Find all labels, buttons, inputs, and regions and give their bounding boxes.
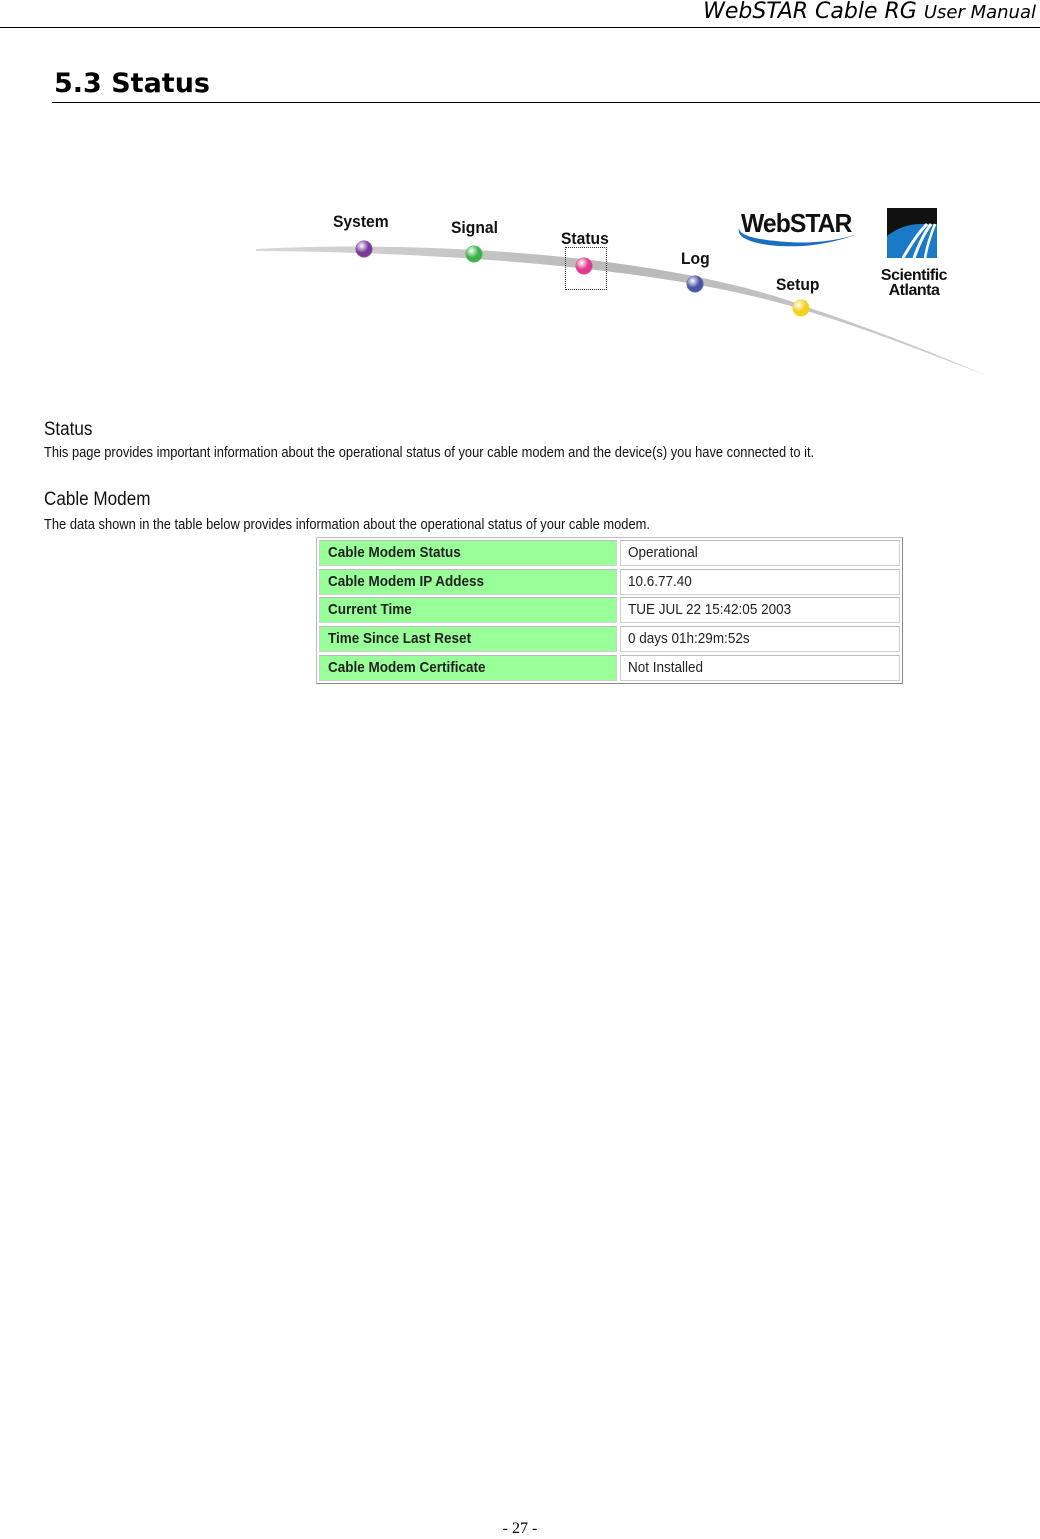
page-number: - 27 - (502, 1520, 538, 1537)
scientific-atlanta-logo: Scientific Atlanta (875, 208, 955, 303)
table-row: Cable Modem Status Operational (319, 540, 900, 566)
nav-dot-status-icon[interactable] (576, 258, 592, 274)
nav-dot-setup-icon[interactable] (793, 300, 809, 316)
status-description: This page provides important information… (44, 444, 815, 461)
row-label: Cable Modem Certificate (319, 654, 617, 681)
nav-dot-system-icon[interactable] (356, 241, 372, 257)
row-label-text: Cable Modem Status (328, 544, 461, 561)
nav-dot-log-icon[interactable] (687, 276, 703, 292)
nav-item-status[interactable]: Status (561, 229, 609, 249)
nav-graphic: System Signal Status Log Setup WebSTAR S… (250, 200, 1000, 390)
sa-line-2: Atlanta (888, 282, 940, 299)
row-label: Current Time (319, 597, 617, 624)
scientific-atlanta-mark-icon (887, 208, 937, 259)
row-value-text: 0 days 01h:29m:52s (628, 630, 750, 648)
section-title: 5.3 Status (52, 66, 1040, 103)
manual-title-main: WebSTAR Cable RG (703, 0, 917, 24)
nav-item-signal[interactable]: Signal (451, 218, 498, 238)
cable-modem-status-table: Cable Modem Status Operational Cable Mod… (316, 537, 903, 684)
cable-modem-heading: Cable Modem (44, 489, 151, 510)
row-label-text: Current Time (328, 601, 412, 619)
row-value: Not Installed (620, 654, 900, 681)
webstar-logo-text: WebSTAR (741, 208, 852, 238)
row-label-text: Cable Modem Certificate (328, 658, 486, 676)
row-value: 0 days 01h:29m:52s (620, 626, 900, 653)
row-label: Cable Modem IP Addess (319, 568, 617, 595)
section-title-text: 5.3 Status (54, 68, 211, 99)
row-value: Operational (620, 540, 900, 566)
webstar-logo: WebSTAR (733, 206, 863, 248)
nav-item-log[interactable]: Log (681, 249, 710, 269)
row-value-text: Not Installed (628, 658, 704, 676)
manual-title-suffix: User Manual (923, 2, 1036, 23)
nav-item-setup[interactable]: Setup (776, 275, 819, 295)
row-value-text: 10.6.77.40 (628, 572, 692, 590)
row-label: Cable Modem Status (319, 540, 617, 566)
row-value: 10.6.77.40 (620, 568, 900, 595)
row-label-text: Cable Modem IP Addess (328, 572, 485, 590)
table-row: Time Since Last Reset 0 days 01h:29m:52s (319, 626, 900, 653)
row-value-text: TUE JUL 22 15:42:05 2003 (628, 601, 792, 619)
table-row: Cable Modem IP Addess 10.6.77.40 (319, 568, 900, 595)
sa-line-1: Scientific (880, 267, 948, 284)
row-label-text: Time Since Last Reset (328, 630, 472, 648)
manual-title: WebSTAR Cable RG User Manual (703, 0, 1036, 25)
table-row: Cable Modem Certificate Not Installed (319, 654, 900, 681)
scientific-atlanta-logo-text: Scientific Atlanta (875, 267, 953, 299)
row-label: Time Since Last Reset (319, 626, 617, 653)
nav-dot-signal-icon[interactable] (466, 246, 482, 262)
status-heading: Status (44, 419, 93, 440)
row-value: TUE JUL 22 15:42:05 2003 (620, 597, 900, 624)
table-row: Current Time TUE JUL 22 15:42:05 2003 (319, 597, 900, 624)
running-header: WebSTAR Cable RG User Manual (0, 0, 1040, 28)
cable-modem-description: The data shown in the table below provid… (44, 516, 650, 533)
row-value-text: Operational (628, 544, 698, 561)
nav-item-system[interactable]: System (333, 212, 389, 232)
